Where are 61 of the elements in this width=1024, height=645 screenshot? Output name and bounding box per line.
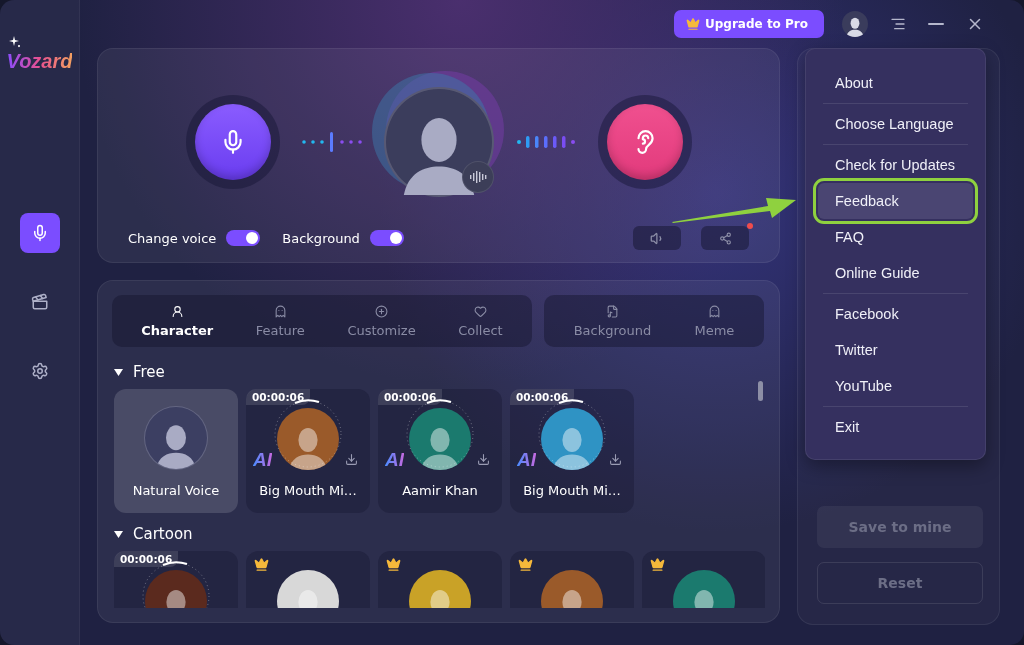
- voice-name: Aamir Khan: [402, 483, 478, 498]
- music-file-icon: [605, 304, 619, 318]
- share-icon: [718, 231, 732, 245]
- user-avatar[interactable]: [842, 11, 868, 37]
- ghost-icon: [273, 304, 287, 318]
- menu-button[interactable]: [890, 16, 906, 32]
- toggle-switch[interactable]: [369, 230, 404, 246]
- duration-label: 00:00:06: [246, 389, 311, 405]
- duration-label: 00:00:06: [114, 551, 179, 567]
- upgrade-button[interactable]: Upgrade to Pro: [674, 10, 824, 38]
- settings-icon: [30, 362, 49, 380]
- toggle-switch[interactable]: [226, 230, 261, 246]
- heart-icon: [473, 304, 487, 318]
- menu-item[interactable]: YouTube: [818, 368, 973, 404]
- download-icon[interactable]: [477, 453, 490, 466]
- minimize-icon: [928, 23, 944, 25]
- voice-name: Big Mouth Mi…: [523, 483, 621, 498]
- menu-item[interactable]: Exit: [818, 409, 973, 445]
- listen-button[interactable]: [606, 103, 683, 180]
- voice-card[interactable]: 00:00:06 AI Big Mouth Mi…: [510, 389, 634, 513]
- level-dots-drawing: [301, 131, 362, 152]
- category-tab[interactable]: Customize: [341, 295, 422, 347]
- menu-item[interactable]: Facebook: [818, 296, 973, 332]
- menu-item[interactable]: Twitter: [818, 332, 973, 368]
- menu-item[interactable]: Check for Updates: [818, 147, 973, 183]
- download-icon[interactable]: [345, 453, 358, 466]
- section-header[interactable]: Free: [112, 359, 165, 385]
- sparkle-icon: [8, 36, 21, 48]
- duration-label: 00:00:06: [510, 389, 575, 405]
- voice-card[interactable]: 00:00:06 AI Big Mouth Mi…: [246, 389, 370, 513]
- toggle-label: Background: [282, 230, 360, 246]
- menu-item[interactable]: Choose Language: [818, 106, 973, 142]
- menu-item[interactable]: Online Guide: [818, 255, 973, 291]
- voice-name: Natural Voice: [132, 483, 220, 498]
- category-tab[interactable]: Meme: [688, 295, 741, 347]
- voice-card[interactable]: 00:00:06: [114, 551, 238, 608]
- category-tab[interactable]: Feature: [249, 295, 311, 347]
- ghost-icon: [707, 304, 721, 318]
- toggle-label: Change voice: [128, 230, 217, 246]
- category-tab[interactable]: Background: [567, 295, 658, 347]
- crown-icon: [686, 17, 701, 31]
- plus-circle-icon: [375, 304, 388, 318]
- menu-item[interactable]: FAQ: [818, 219, 973, 255]
- download-icon[interactable]: [609, 453, 622, 466]
- section-header[interactable]: Cartoon: [112, 521, 193, 547]
- voice-name: Big Mouth Mi…: [259, 483, 357, 498]
- voice-card[interactable]: Natural Voice: [114, 389, 238, 513]
- category-tab[interactable]: Character: [135, 295, 220, 347]
- sidebar-item[interactable]: [19, 213, 60, 253]
- scrollbar-thumb[interactable]: [758, 381, 763, 401]
- category-tab[interactable]: Collect: [452, 295, 509, 347]
- volume-button[interactable]: [633, 226, 681, 250]
- menu-item[interactable]: About: [818, 65, 973, 101]
- voice-card[interactable]: 00:00:06 AI Aamir Khan: [378, 389, 502, 513]
- caret-icon: [114, 530, 123, 538]
- caret-icon: [114, 368, 123, 376]
- duration-label: 00:00:06: [378, 389, 443, 405]
- clapperboard-icon: [30, 293, 49, 311]
- microphone-button[interactable]: [194, 103, 271, 180]
- user-icon: [170, 304, 184, 318]
- menu-icon: [890, 16, 906, 32]
